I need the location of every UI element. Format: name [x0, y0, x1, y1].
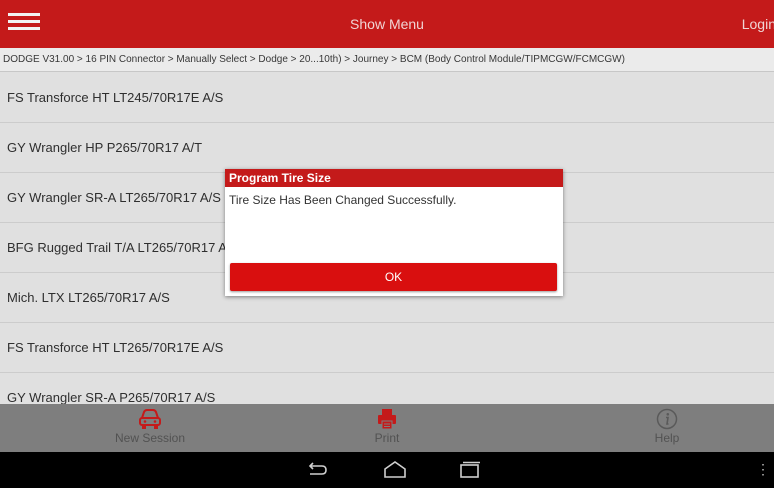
- printer-icon: [378, 409, 396, 430]
- recents-icon[interactable]: [455, 458, 483, 482]
- print-label: Print: [374, 431, 400, 445]
- dialog-title: Program Tire Size: [225, 169, 563, 187]
- new-session-label: New Session: [114, 431, 186, 445]
- new-session-button[interactable]: New Session: [70, 404, 230, 452]
- home-icon[interactable]: [381, 458, 409, 482]
- car-icon: [139, 409, 161, 429]
- top-bar: Show Menu Login: [0, 0, 774, 48]
- program-tire-size-dialog: Program Tire Size Tire Size Has Been Cha…: [225, 169, 563, 296]
- android-nav-bar: ⋮: [0, 452, 774, 488]
- help-button[interactable]: Help: [587, 404, 747, 452]
- bottom-toolbar: New Session Print Help: [0, 404, 774, 452]
- dialog-message: Tire Size Has Been Changed Successfully.: [229, 193, 457, 207]
- help-label: Help: [654, 431, 680, 445]
- overflow-menu-icon[interactable]: ⋮: [756, 461, 770, 478]
- page-title: Show Menu: [350, 16, 424, 32]
- back-icon[interactable]: [302, 458, 330, 482]
- login-link[interactable]: Login: [742, 0, 774, 48]
- print-button[interactable]: Print: [307, 404, 467, 452]
- ok-button[interactable]: OK: [230, 263, 557, 291]
- info-icon: [656, 408, 678, 430]
